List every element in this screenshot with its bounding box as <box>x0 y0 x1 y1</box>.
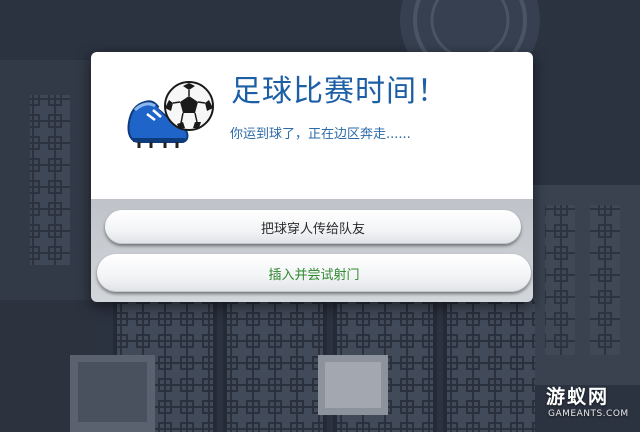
watermark-url: GAMEANTS.COM <box>548 409 629 419</box>
soccer-cleat-and-ball-icon <box>125 80 215 160</box>
pass-to-teammate-button[interactable]: 把球穿人传给队友 <box>105 210 521 244</box>
event-dialog: 足球比赛时间！ 你运到球了，正在边区奔走...... 把球穿人传给队友 插入并尝… <box>91 52 533 302</box>
dialog-title: 足球比赛时间！ <box>231 74 448 109</box>
cut-in-and-shoot-button[interactable]: 插入并尝试射门 <box>97 254 531 292</box>
watermark-logo: 游蚁网 <box>546 386 610 408</box>
site-watermark: 游蚁网 GAMEANTS.COM <box>546 382 632 426</box>
dialog-header-panel: 足球比赛时间！ 你运到球了，正在边区奔走...... <box>91 52 533 199</box>
dialog-description: 你运到球了，正在边区奔走...... <box>230 127 411 142</box>
